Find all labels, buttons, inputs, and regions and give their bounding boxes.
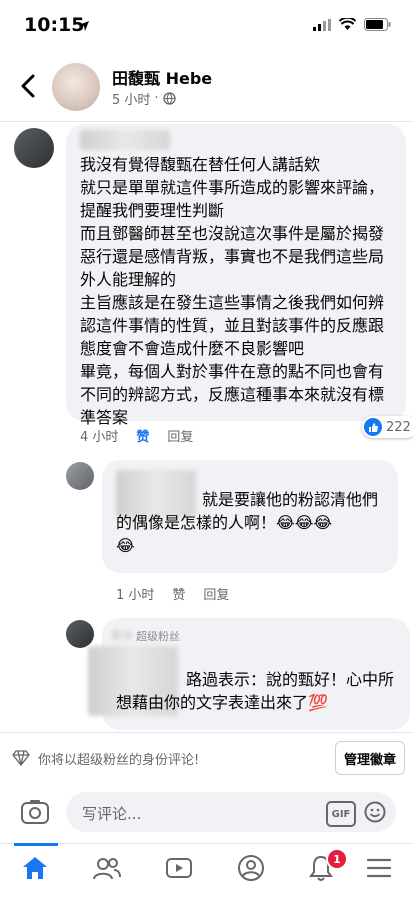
wifi-icon	[339, 18, 356, 30]
blurred-commenter-name	[80, 130, 170, 150]
profile-icon	[238, 855, 264, 881]
tab-watch[interactable]	[144, 844, 214, 892]
post-header: 田馥甄 Hebe 5 小时 ·	[0, 55, 413, 122]
like-button[interactable]: 赞	[172, 584, 185, 603]
camera-icon[interactable]	[20, 797, 50, 827]
commenter-avatar[interactable]	[14, 128, 54, 168]
comment-placeholder: 写评论...	[82, 805, 142, 823]
reply-button[interactable]: 回复	[167, 426, 193, 445]
manage-badges-button[interactable]: 管理徽章	[335, 741, 405, 775]
menu-icon	[366, 858, 392, 878]
reply-button[interactable]: 回复	[203, 584, 229, 603]
reply-avatar[interactable]	[66, 462, 94, 490]
comment-text: 我沒有覺得馥甄在替任何人講話欸 就只是單單就這件事所造成的影響來評論，提醒我們要…	[80, 155, 385, 427]
reply-text: 就是要讓他的粉認清他們的偶像是怎樣的人啊！😂😂😂 😂	[116, 490, 379, 555]
reply-avatar[interactable]	[66, 620, 94, 648]
blurred-reply-name	[112, 630, 132, 640]
comment-input[interactable]: 写评论... GIF	[66, 792, 396, 832]
status-time: 10:15	[24, 14, 85, 36]
post-time: 5 小时	[112, 93, 151, 108]
like-button[interactable]: 赞	[136, 426, 149, 445]
diamond-icon	[12, 750, 30, 766]
post-meta: 5 小时 ·	[112, 89, 176, 108]
author-avatar[interactable]	[52, 63, 100, 111]
comment-time: 4 小时	[80, 430, 119, 445]
home-icon	[23, 857, 47, 879]
status-bar: 10:15	[0, 0, 413, 52]
super-fan-badge: 超级粉丝	[136, 630, 180, 643]
emoji-icon[interactable]	[364, 801, 386, 823]
bottom-tab-bar: 1	[0, 843, 413, 898]
comment-actions: 4 小时 赞 回复	[80, 426, 193, 445]
reaction-count[interactable]: 222	[362, 416, 413, 438]
gif-button[interactable]: GIF	[326, 801, 356, 827]
super-fan-text: 你将以超级粉丝的身份评论!	[38, 753, 200, 768]
cellular-signal-icon	[313, 18, 331, 31]
author-name[interactable]: 田馥甄 Hebe	[112, 65, 212, 89]
reply-bubble: 超级粉丝 路過表示：說的甄好！心中所想藉由你的文字表達出來了💯	[88, 618, 410, 730]
globe-icon	[162, 92, 176, 105]
tab-friends[interactable]	[72, 844, 142, 892]
back-arrow-icon[interactable]	[18, 73, 40, 99]
location-arrow-icon	[79, 21, 89, 31]
comment-bubble: 我沒有覺得馥甄在替任何人講話欸 就只是單單就這件事所造成的影響來評論，提醒我們要…	[66, 124, 406, 427]
reply-text: 路過表示：說的甄好！心中所想藉由你的文字表達出來了💯	[116, 670, 395, 712]
comment-composer: 写评论... GIF	[0, 785, 413, 840]
status-icons	[313, 18, 391, 31]
reply-actions: 1 小时 赞 回复	[116, 584, 229, 603]
reply-bubble: 就是要讓他的粉認清他們的偶像是怎樣的人啊！😂😂😂 😂	[102, 460, 398, 573]
thumbs-up-icon	[364, 418, 382, 436]
battery-icon	[364, 18, 391, 31]
friends-icon	[93, 858, 121, 880]
video-icon	[166, 858, 192, 878]
tab-menu[interactable]	[344, 844, 413, 892]
tab-profile[interactable]	[216, 844, 286, 892]
tab-home[interactable]	[0, 843, 70, 892]
super-fan-bar: 你将以超级粉丝的身份评论! 管理徽章	[0, 732, 413, 785]
reply-time: 1 小时	[116, 588, 155, 603]
active-tab-indicator	[14, 843, 58, 846]
